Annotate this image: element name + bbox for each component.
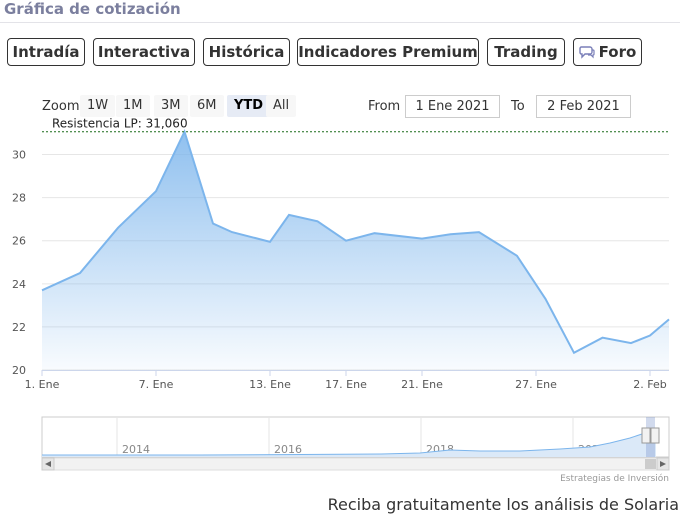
- y-tick-label: 28: [12, 192, 26, 205]
- price-chart: Resistencia LP: 31,060 20 22 24 26 28 30 1. En…: [12, 117, 670, 484]
- x-tick-label: 13. Ene: [249, 378, 291, 391]
- x-tick-label: 1. Ene: [25, 378, 60, 391]
- x-tick-label: 17. Ene: [325, 378, 367, 391]
- y-tick-label: 26: [12, 235, 26, 248]
- navigator-handle-left[interactable]: [641, 427, 651, 444]
- y-tick-label: 20: [12, 364, 26, 377]
- x-tick-label: 21. Ene: [401, 378, 443, 391]
- y-tick-label: 24: [12, 278, 26, 291]
- x-tick-label: 2. Feb: [633, 378, 666, 391]
- resistance-label: Resistencia LP: 31,060: [52, 117, 188, 131]
- scrollbar-thumb[interactable]: [645, 459, 656, 469]
- price-area-fill: [42, 131, 669, 370]
- x-tick-label: 7. Ene: [139, 378, 174, 391]
- x-tick-label: 27. Ene: [515, 378, 557, 391]
- chart-credit[interactable]: Estrategias de Inversión: [560, 473, 669, 484]
- y-tick-label: 30: [12, 149, 26, 162]
- y-tick-label: 22: [12, 321, 26, 334]
- navigator-handle-right[interactable]: [650, 427, 660, 444]
- navigator-year-label: 2014: [122, 443, 150, 456]
- footer-promo-text: Reciba gratuitamente los análisis de Sol…: [327, 495, 679, 514]
- navigator-scrollbar[interactable]: [41, 457, 670, 471]
